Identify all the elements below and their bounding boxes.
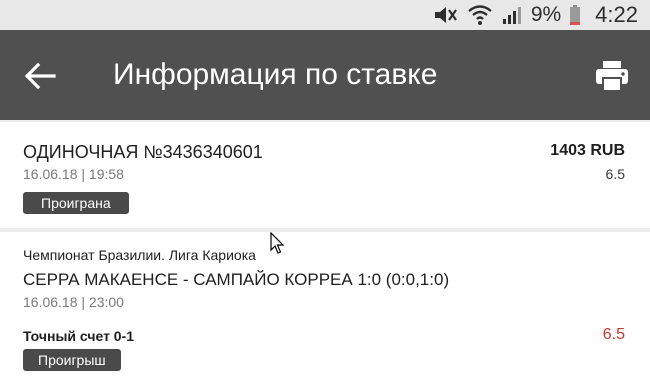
page-title: Информация по ставке bbox=[113, 58, 438, 91]
arrow-left-icon bbox=[24, 62, 56, 90]
result-badge: Проигрыш bbox=[23, 349, 121, 371]
bet-summary-card: ОДИНОЧНАЯ №3436340601 1403 RUB 16.06.18 … bbox=[0, 122, 650, 228]
bet-title: ОДИНОЧНАЯ №3436340601 bbox=[23, 142, 263, 162]
bet-date: 16.06.18 | 19:58 bbox=[23, 166, 124, 182]
league-name: Чемпионат Бразилии. Лига Кариока bbox=[23, 247, 256, 263]
bet-odds: 6.5 bbox=[605, 166, 625, 182]
clock: 4:22 bbox=[595, 2, 638, 27]
battery-percent: 9% bbox=[530, 3, 562, 26]
event-card: Чемпионат Бразилии. Лига Кариока СЕРРА М… bbox=[0, 232, 650, 390]
status-icons: 9% 4:22 bbox=[433, 0, 638, 30]
mouse-cursor-icon bbox=[270, 232, 285, 254]
match-date: 16.06.18 | 23:00 bbox=[23, 294, 124, 310]
battery-icon bbox=[570, 5, 581, 25]
status-bar: 9% 4:22 bbox=[0, 0, 650, 30]
outcome-odds: 6.5 bbox=[602, 326, 625, 343]
signal-icon bbox=[502, 7, 521, 24]
status-badge: Проиграна bbox=[23, 192, 129, 214]
match-title: СЕРРА МАКАЕНСЕ - САМПАЙО КОРРЕА 1:0 (0:0… bbox=[23, 270, 450, 289]
print-button[interactable] bbox=[594, 58, 630, 94]
printer-icon bbox=[596, 61, 628, 92]
app-bar: Информация по ставке bbox=[0, 30, 650, 120]
wifi-icon bbox=[468, 5, 492, 25]
bet-amount: 1403 RUB bbox=[550, 142, 625, 159]
outcome-label: Точный счет 0-1 bbox=[23, 328, 135, 344]
mute-icon bbox=[434, 7, 457, 23]
back-button[interactable] bbox=[20, 56, 60, 96]
